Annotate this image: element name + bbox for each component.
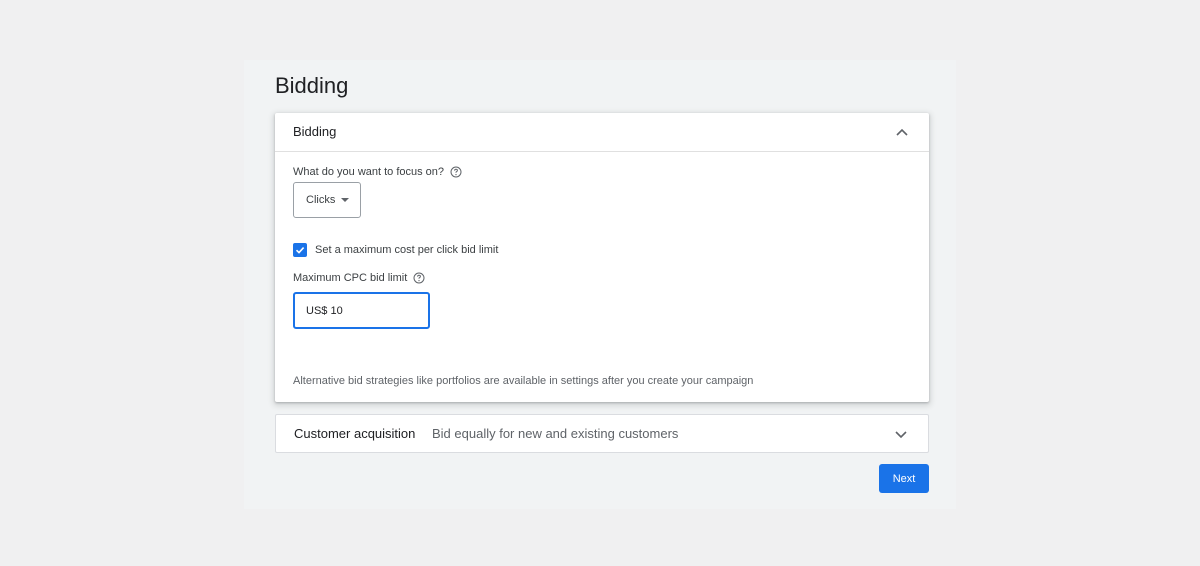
chevron-up-icon[interactable] [895,125,909,139]
focus-label-row: What do you want to focus on? [293,166,462,178]
page-title: Bidding [275,73,349,98]
check-icon [295,247,305,254]
focus-select-value: Clicks [306,194,336,206]
max-cpc-label: Maximum CPC bid limit [293,272,408,284]
max-cpc-input[interactable] [293,292,430,329]
bid-strategy-footnote: Alternative bid strategies like portfoli… [293,375,754,387]
focus-select[interactable]: Clicks [293,182,361,218]
help-circle-icon[interactable] [413,272,425,284]
bidding-card-header[interactable]: Bidding [275,113,929,152]
bidding-card-title: Bidding [293,124,337,139]
max-cpc-checkbox-label: Set a maximum cost per click bid limit [315,244,499,256]
max-cpc-label-row: Maximum CPC bid limit [293,272,425,284]
help-circle-icon[interactable] [450,166,462,178]
focus-label: What do you want to focus on? [293,166,445,178]
customer-acquisition-card[interactable]: Customer acquisition Bid equally for new… [275,414,929,453]
bidding-card: Bidding What do you want to focus on? Cl… [275,113,929,402]
next-button[interactable]: Next [879,464,929,493]
customer-acquisition-summary: Bid equally for new and existing custome… [432,426,679,441]
dropdown-caret-icon [341,198,350,202]
max-cpc-checkbox[interactable] [293,243,307,257]
customer-acquisition-title: Customer acquisition [294,426,416,441]
max-cpc-checkbox-row: Set a maximum cost per click bid limit [293,243,498,257]
chevron-down-icon[interactable] [894,427,908,441]
bidding-page: Bidding Bidding What do you want to focu… [244,60,956,509]
